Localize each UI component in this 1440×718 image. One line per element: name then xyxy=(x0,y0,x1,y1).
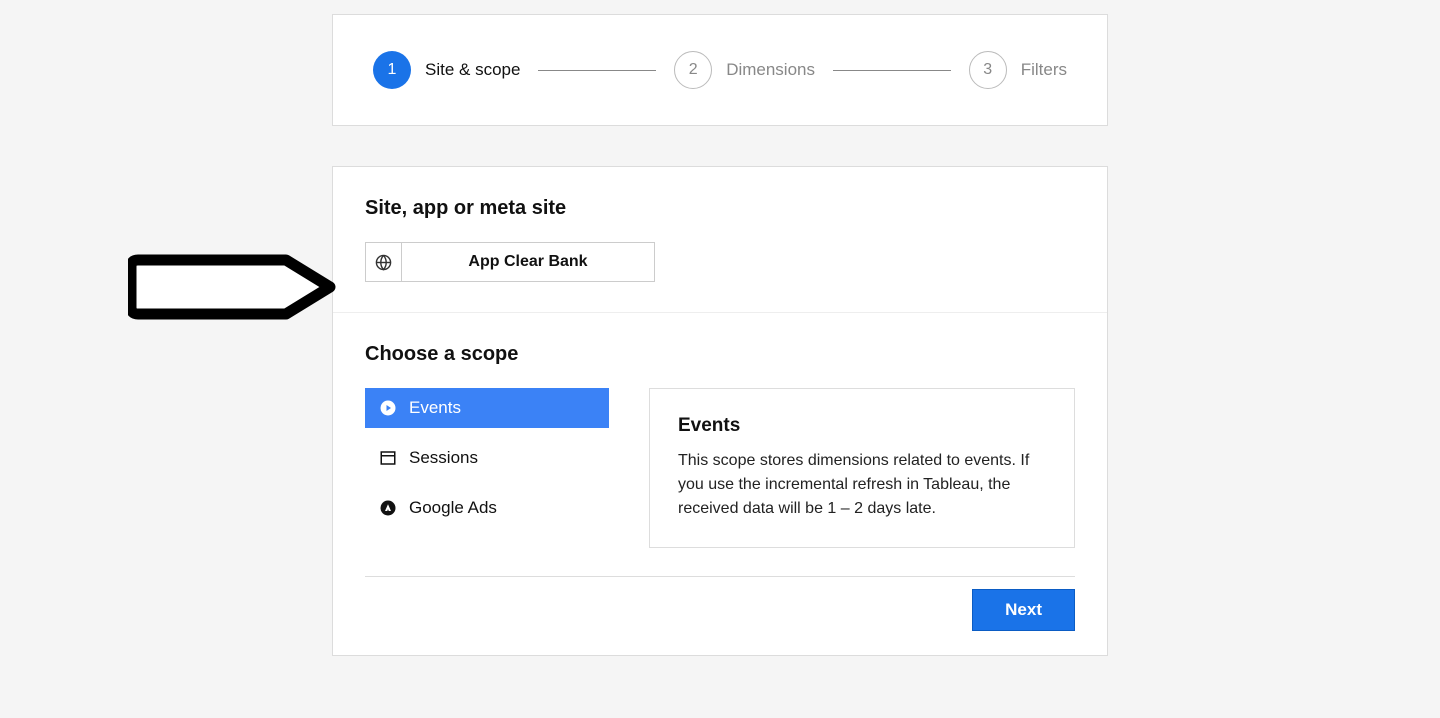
scope-item-google-ads[interactable]: Google Ads xyxy=(365,488,609,528)
site-selector[interactable]: App Clear Bank xyxy=(365,242,655,282)
scope-description-text: This scope stores dimensions related to … xyxy=(678,449,1046,521)
window-icon xyxy=(379,449,397,467)
scope-section-title: Choose a scope xyxy=(365,343,1075,366)
step-number-3: 3 xyxy=(969,51,1007,89)
callout-arrow-annotation xyxy=(128,254,338,320)
scope-item-label: Events xyxy=(409,398,461,418)
step-number-1: 1 xyxy=(373,51,411,89)
step-filters[interactable]: 3 Filters xyxy=(969,51,1067,89)
step-label-2: Dimensions xyxy=(726,60,815,80)
next-button[interactable]: Next xyxy=(972,589,1075,631)
stepper: 1 Site & scope 2 Dimensions 3 Filters xyxy=(332,14,1108,126)
scope-item-label: Sessions xyxy=(409,448,478,468)
scope-item-label: Google Ads xyxy=(409,498,497,518)
step-site-scope[interactable]: 1 Site & scope xyxy=(373,51,520,89)
scope-description-title: Events xyxy=(678,415,1046,437)
scope-section: Choose a scope Events xyxy=(333,313,1107,655)
scope-item-sessions[interactable]: Sessions xyxy=(365,438,609,478)
step-label-3: Filters xyxy=(1021,60,1067,80)
main-config-card: Site, app or meta site App Clear Bank Ch… xyxy=(332,166,1108,656)
site-section: Site, app or meta site App Clear Bank xyxy=(333,167,1107,313)
site-section-title: Site, app or meta site xyxy=(365,197,1075,220)
footer-actions: Next xyxy=(365,576,1075,631)
play-circle-icon xyxy=(379,399,397,417)
scope-item-events[interactable]: Events xyxy=(365,388,609,428)
step-number-2: 2 xyxy=(674,51,712,89)
step-label-1: Site & scope xyxy=(425,60,520,80)
site-selector-value: App Clear Bank xyxy=(402,243,654,281)
google-ads-icon xyxy=(379,499,397,517)
step-connector xyxy=(538,70,656,71)
step-dimensions[interactable]: 2 Dimensions xyxy=(674,51,815,89)
scope-list: Events Sessions xyxy=(365,388,609,548)
step-connector xyxy=(833,70,951,71)
globe-icon xyxy=(366,243,402,281)
scope-description-panel: Events This scope stores dimensions rela… xyxy=(649,388,1075,548)
